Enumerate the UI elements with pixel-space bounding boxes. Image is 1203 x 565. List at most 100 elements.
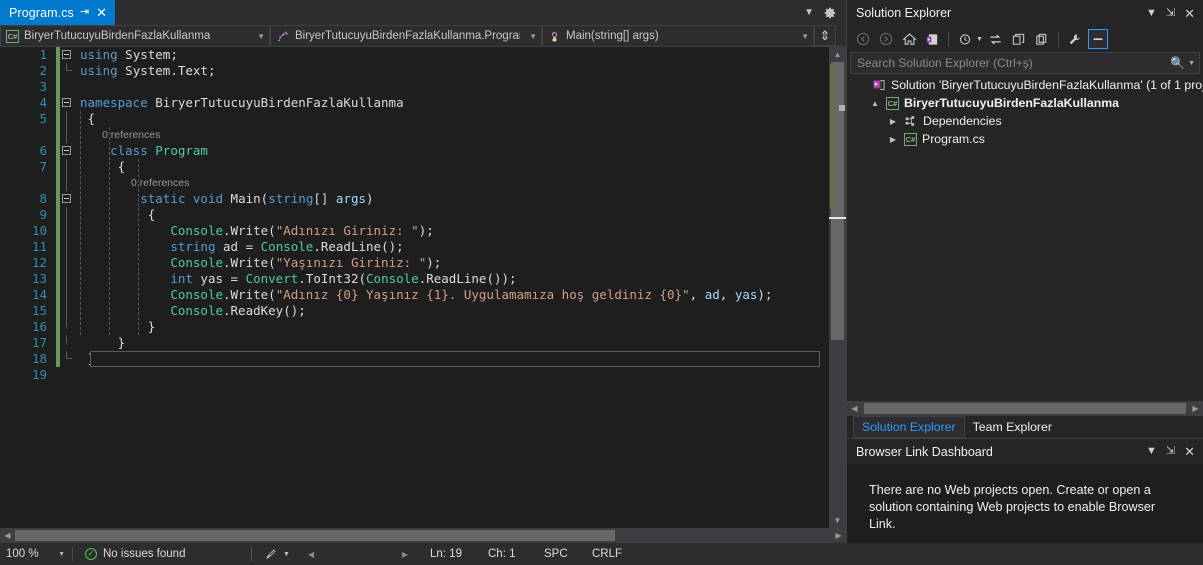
fold-toggle[interactable] [60,143,74,159]
codelens-method[interactable]: 0 references [0,175,829,191]
expander-icon[interactable]: ▶ [887,135,899,144]
scroll-right-icon[interactable]: ▶ [1188,401,1203,416]
home-icon[interactable] [899,29,919,49]
code-line: 1 using System; [0,47,829,63]
member-dropdown[interactable]: Main(string[] args) ▼ [542,25,814,47]
code-line: 3 [0,79,829,95]
split-view-icon[interactable]: ⇕ [814,25,836,46]
tab-solution-explorer[interactable]: Solution Explorer [853,416,965,438]
search-icon[interactable]: 🔍 [1170,56,1185,70]
line-number: 2 [39,63,47,78]
project-dropdown[interactable]: C# BiryerTutucuyuBirdenFazlaKullanma ▼ [0,25,270,47]
chevron-down-icon[interactable]: ▼ [1185,60,1195,67]
tab-strip-filler [115,0,805,25]
line-number: 9 [39,207,47,222]
scroll-left-icon[interactable]: ◀ [847,401,862,416]
chevron-right-icon[interactable]: ▶ [402,550,430,559]
project-dropdown-label: BiryerTutucuyuBirdenFazlaKullanma [24,30,211,42]
close-icon[interactable]: ✕ [1182,445,1197,458]
scroll-track[interactable] [15,528,831,543]
chevron-down-icon[interactable]: ▼ [525,32,537,41]
tree-item-solution[interactable]: Solution 'BiryerTutucuyuBirdenFazlaKulla… [847,76,1203,94]
scroll-thumb[interactable] [15,530,615,541]
editor-horizontal-scrollbar[interactable]: ◀ ▶ [0,528,846,543]
line-number: 11 [31,239,47,254]
pin-icon[interactable]: ⇲ [1164,7,1177,19]
chevron-down-icon[interactable]: ▼ [253,32,265,41]
type-dropdown[interactable]: BiryerTutucuyuBirdenFazlaKullanma.Progra… [270,25,542,47]
zoom-level-label: 100 % [6,548,39,560]
chevron-down-icon[interactable]: ▼ [58,551,65,558]
collapse-all-icon[interactable] [1032,29,1052,49]
pending-changes-icon[interactable] [955,29,975,49]
scroll-up-icon[interactable]: ▲ [829,47,846,62]
scroll-track[interactable] [862,401,1188,416]
chevron-down-icon[interactable]: ▼ [1144,446,1159,457]
codelens-class[interactable]: 0 references [0,127,829,143]
chevron-left-icon[interactable]: ◀ [302,550,314,559]
tree-item-dependencies[interactable]: ▶ Dependencies [847,112,1203,130]
tab-program-cs[interactable]: Program.cs ⇥ ✕ [0,0,116,25]
scroll-right-icon[interactable]: ▶ [831,528,846,543]
column-indicator: Ch: 1 [488,548,516,560]
csharp-file-icon: C# [6,29,19,43]
zoom-level-control[interactable]: 100 % ▼ [0,548,72,560]
solution-explorer-toolbar: ▼ [847,26,1203,52]
code-cleanup-control[interactable]: ▼ [252,548,302,561]
tree-item-project[interactable]: ▲ C# BiryerTutucuyuBirdenFazlaKullanma [847,94,1203,112]
tree-item-label: Program.cs [922,132,985,146]
show-all-files-icon[interactable] [1087,29,1108,49]
code-line: 17 } [0,335,829,351]
code-surface[interactable]: 1 using System; 2 using System.Text; 3 4… [0,47,829,528]
scroll-down-icon[interactable]: ▼ [829,513,846,528]
back-icon[interactable] [853,29,873,49]
tree-item-label: Solution 'BiryerTutucuyuBirdenFazlaKulla… [891,78,1203,92]
chevron-down-icon[interactable]: ▼ [804,7,814,18]
tab-team-explorer[interactable]: Team Explorer [965,416,1060,438]
code-line: 8 static void Main(string[] args) [0,191,829,207]
line-number: 18 [31,351,47,366]
expander-icon[interactable]: ▲ [869,99,881,108]
close-icon[interactable]: ✕ [1182,7,1197,20]
scroll-track[interactable] [829,62,846,513]
line-indicator: Ln: 19 [430,548,462,560]
fold-toggle[interactable] [60,95,74,111]
sync-with-active-document-icon[interactable] [986,29,1006,49]
fold-toggle[interactable] [60,191,74,207]
code-line: 12 Console.Write("Yaşınızı Giriniz: "); [0,255,829,271]
chevron-down-icon[interactable]: ▼ [797,32,809,41]
close-icon[interactable]: ✕ [95,6,108,19]
chevron-down-icon[interactable]: ▼ [1144,7,1159,19]
line-number: 5 [39,111,47,126]
solution-explorer-horizontal-scrollbar[interactable]: ◀ ▶ [847,401,1203,416]
csharp-file-icon: C# [904,132,917,146]
tree-item-program-cs[interactable]: ▶ C# Program.cs [847,130,1203,148]
code-line: 16 } [0,319,829,335]
fold-toggle[interactable] [60,47,74,63]
scroll-thumb[interactable] [864,403,1186,414]
chevron-down-icon[interactable]: ▼ [283,551,290,558]
refresh-icon[interactable] [1009,29,1029,49]
properties-icon[interactable] [1065,29,1085,49]
search-input[interactable]: Search Solution Explorer (Ctrl+ş) 🔍 ▼ [850,52,1200,74]
editor-pane: Program.cs ⇥ ✕ ▼ C# BiryerTutucuyuBirden… [0,0,846,543]
forward-icon[interactable] [876,29,896,49]
code-line: 7 { [0,159,829,175]
pin-icon[interactable]: ⇲ [1164,446,1177,457]
code-line-current: 19 [0,367,829,383]
tool-window-pane: Solution Explorer ▼ ⇲ ✕ ▼ Search Solutio… [846,0,1203,543]
solution-view-icon[interactable] [922,29,942,49]
line-number: 10 [31,223,47,238]
issues-status[interactable]: ✓ No issues found [73,548,251,560]
line-number: 4 [39,95,47,110]
editor-vertical-scrollbar[interactable]: ▲ ▼ [829,47,846,528]
chevron-down-icon[interactable]: ▼ [976,36,983,43]
line-number: 8 [39,191,47,206]
expander-icon[interactable]: ▶ [887,117,899,126]
gear-icon[interactable] [823,6,837,20]
solution-explorer-header: Solution Explorer ▼ ⇲ ✕ [847,0,1203,26]
pin-icon[interactable]: ⇥ [80,7,89,18]
solution-tree[interactable]: Solution 'BiryerTutucuyuBirdenFazlaKulla… [847,74,1203,401]
scroll-left-icon[interactable]: ◀ [0,528,15,543]
spaces-indicator: SPC [544,548,568,560]
